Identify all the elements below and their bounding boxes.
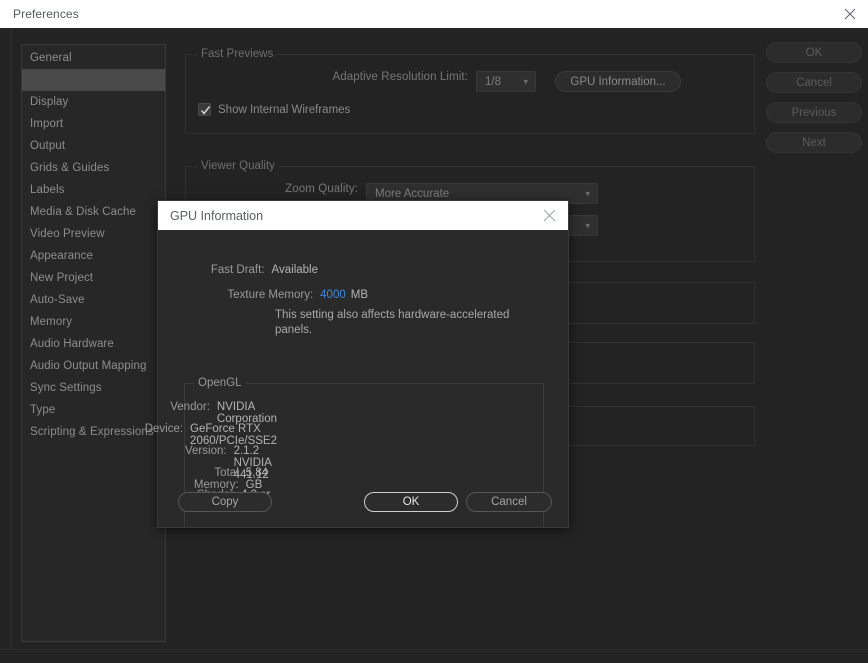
adaptive-resolution-limit-label: Adaptive Resolution Limit: (332, 71, 468, 83)
chevron-down-icon: ▾ (585, 189, 590, 198)
window-titlebar: Preferences (0, 0, 868, 28)
texture-memory-note: This setting also affects hardware-accel… (275, 308, 525, 338)
close-icon[interactable] (841, 5, 859, 23)
gpu-information-dialog: GPU Information Fast Draft: Available Te… (157, 200, 569, 528)
sidebar-item-label: Labels (30, 184, 65, 196)
close-icon-glyph (844, 8, 856, 20)
sidebar-item-label: Scripting & Expressions (30, 426, 154, 438)
sidebar-item-label: Sync Settings (30, 382, 102, 394)
fast-draft-label: Fast Draft: (211, 264, 265, 276)
sidebar-item-appearance[interactable]: Appearance (22, 245, 165, 267)
close-icon[interactable] (540, 207, 558, 225)
adaptive-resolution-limit-value: 1/8 (485, 76, 501, 88)
sidebar-item-labels[interactable]: Labels (22, 179, 165, 201)
copy-button[interactable]: Copy (178, 492, 272, 512)
gpu-dialog-titlebar: GPU Information (158, 201, 568, 230)
sidebar-item-label: Audio Output Mapping (30, 360, 146, 372)
sidebar-item-output[interactable]: Output (22, 135, 165, 157)
close-icon-glyph (543, 209, 556, 222)
sidebar-item-scripting-and-expressions[interactable]: Scripting & Expressions (22, 421, 165, 443)
ok-button[interactable]: OK (364, 492, 458, 512)
texture-memory-value[interactable]: 4000 (320, 289, 346, 301)
adaptive-resolution-label-row: Adaptive Resolution Limit: (186, 71, 468, 83)
sidebar-item-label: Auto-Save (30, 294, 85, 306)
show-internal-wireframes-checkbox[interactable] (198, 103, 211, 116)
dialog-action-buttons: OK Cancel Previous Next (766, 42, 862, 153)
opengl-total-memory-row: Total Memory: 5.84 GB (185, 467, 277, 491)
sidebar-item-display[interactable]: Display (22, 91, 165, 113)
fast-draft-row: Fast Draft: Available (178, 264, 318, 276)
sidebar-item-selected-blank[interactable] (22, 69, 165, 91)
sidebar-item-label: Type (30, 404, 55, 416)
sidebar-item-label: General (30, 52, 72, 64)
sidebar-item-label: Audio Hardware (30, 338, 114, 350)
opengl-total-memory-label: Total Memory: (185, 467, 239, 491)
sidebar-item-label: Output (30, 140, 65, 152)
cancel-button[interactable]: Cancel (466, 492, 552, 512)
window-edge-left (0, 28, 12, 663)
window-edge-bottom (0, 649, 868, 663)
preferences-body: General Display Import Output Grids & Gu… (0, 28, 868, 663)
texture-memory-unit: MB (351, 289, 368, 301)
opengl-vendor-label: Vendor: (170, 401, 210, 413)
adaptive-resolution-limit-select[interactable]: 1/8 ▾ (476, 71, 536, 92)
sidebar-item-audio-hardware[interactable]: Audio Hardware (22, 333, 165, 355)
zoom-quality-value: More Accurate (375, 188, 449, 200)
window-title: Preferences (13, 7, 79, 21)
opengl-vendor-value: NVIDIA Corporation (217, 401, 277, 425)
gpu-dialog-footer: Copy OK Cancel (158, 492, 570, 522)
show-internal-wireframes-row[interactable]: Show Internal Wireframes (198, 103, 350, 116)
sidebar-item-label: Video Preview (30, 228, 105, 240)
opengl-group-title: OpenGL (194, 377, 245, 389)
sidebar-item-label: New Project (30, 272, 93, 284)
gpu-dialog-content: Fast Draft: Available Texture Memory: 40… (158, 230, 568, 529)
opengl-total-memory-value: 5.84 GB (246, 467, 277, 491)
sidebar-item-label: Appearance (30, 250, 93, 262)
zoom-quality-label-row: Zoom Quality: (186, 183, 358, 195)
opengl-version-label: Version: (185, 445, 227, 457)
opengl-device-row: Device: GeForce RTX 2060/PCIe/SSE2 (185, 423, 277, 447)
fast-draft-value: Available (272, 264, 318, 276)
sidebar-item-import[interactable]: Import (22, 113, 165, 135)
show-internal-wireframes-label: Show Internal Wireframes (218, 104, 350, 116)
fast-previews-group-title: Fast Previews (197, 48, 277, 60)
ok-button[interactable]: OK (766, 42, 862, 63)
preferences-category-list[interactable]: General Display Import Output Grids & Gu… (21, 44, 166, 642)
sidebar-item-video-preview[interactable]: Video Preview (22, 223, 165, 245)
sidebar-item-label: Import (30, 118, 63, 130)
cancel-button[interactable]: Cancel (766, 72, 862, 93)
opengl-vendor-row: Vendor: NVIDIA Corporation (185, 401, 277, 425)
sidebar-item-sync-settings[interactable]: Sync Settings (22, 377, 165, 399)
sidebar-item-new-project[interactable]: New Project (22, 267, 165, 289)
sidebar-item-label: Media & Disk Cache (30, 206, 136, 218)
preferences-window: Preferences General Display Import Outpu… (0, 0, 868, 663)
sidebar-item-media-and-disk-cache[interactable]: Media & Disk Cache (22, 201, 165, 223)
sidebar-item-label: Display (30, 96, 68, 108)
sidebar-item-grids-and-guides[interactable]: Grids & Guides (22, 157, 165, 179)
zoom-quality-label: Zoom Quality: (285, 183, 358, 195)
sidebar-item-general[interactable]: General (22, 47, 165, 69)
sidebar-item-label: Memory (30, 316, 72, 328)
texture-memory-label: Texture Memory: (228, 289, 314, 301)
texture-memory-row: Texture Memory: 4000 MB (178, 289, 368, 301)
chevron-down-icon: ▾ (585, 221, 590, 230)
gpu-information-button[interactable]: GPU Information... (555, 71, 681, 92)
fast-previews-group: Fast Previews Adaptive Resolution Limit:… (185, 54, 755, 134)
sidebar-item-audio-output-mapping[interactable]: Audio Output Mapping (22, 355, 165, 377)
opengl-device-value: GeForce RTX 2060/PCIe/SSE2 (190, 423, 277, 447)
opengl-device-label: Device: (145, 423, 183, 435)
gpu-dialog-title: GPU Information (170, 209, 263, 223)
viewer-quality-group-title: Viewer Quality (197, 160, 279, 172)
sidebar-item-label: Grids & Guides (30, 162, 109, 174)
previous-button[interactable]: Previous (766, 102, 862, 123)
next-button[interactable]: Next (766, 132, 862, 153)
sidebar-item-memory[interactable]: Memory (22, 311, 165, 333)
check-icon (200, 105, 211, 116)
chevron-down-icon: ▾ (523, 77, 528, 86)
sidebar-item-auto-save[interactable]: Auto-Save (22, 289, 165, 311)
sidebar-item-type[interactable]: Type (22, 399, 165, 421)
